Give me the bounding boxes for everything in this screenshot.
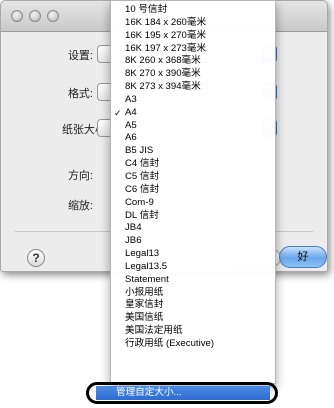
callout-highlight-ring [86, 382, 278, 404]
menu-item[interactable]: C5 信封 [111, 171, 275, 184]
zoom-window-button[interactable] [47, 10, 59, 22]
close-window-button[interactable] [11, 10, 23, 22]
orientation-label: 方向: [67, 170, 93, 182]
menu-item[interactable]: JB6 [111, 235, 275, 248]
menu-item[interactable]: 美国法定用纸 [111, 325, 275, 338]
minimize-window-button[interactable] [29, 10, 41, 22]
menu-item[interactable]: 10 号信封 [111, 4, 275, 17]
menu-item[interactable]: Legal13.5 [111, 261, 275, 274]
help-button[interactable]: ? [27, 249, 45, 267]
menu-item[interactable]: A5 [111, 120, 275, 133]
menu-item[interactable]: 小报用纸 [111, 287, 275, 300]
menu-item[interactable]: C6 信封 [111, 184, 275, 197]
checkmark-icon: ✓ [114, 107, 122, 118]
settings-label: 设置: [67, 50, 93, 62]
menu-item[interactable]: B5 JIS [111, 145, 275, 158]
menu-item[interactable]: 行政用纸 (Executive) [111, 338, 275, 351]
menu-item-label: A4 [125, 106, 137, 118]
menu-item[interactable]: 16K 195 x 270毫米 [111, 30, 275, 43]
scale-label: 缩放: [67, 200, 93, 212]
menu-item-checked[interactable]: ✓ A4 [111, 107, 275, 120]
menu-item[interactable]: C4 信封 [111, 158, 275, 171]
menu-item[interactable]: JB4 [111, 222, 275, 235]
menu-item[interactable]: 8K 270 x 390毫米 [111, 68, 275, 81]
menu-item[interactable]: 16K 197 x 273毫米 [111, 43, 275, 56]
menu-item[interactable]: A3 [111, 94, 275, 107]
menu-item[interactable]: 16K 184 x 260毫米 [111, 17, 275, 30]
menu-item[interactable]: DL 信封 [111, 210, 275, 223]
paper-size-label: 纸张大小: [61, 124, 109, 136]
menu-item[interactable]: 8K 273 x 394毫米 [111, 81, 275, 94]
menu-item[interactable]: Legal13 [111, 248, 275, 261]
menu-item[interactable]: 美国信纸 [111, 312, 275, 325]
paper-size-menu: 10 号信封 16K 184 x 260毫米 16K 195 x 270毫米 1… [110, 0, 276, 384]
menu-item[interactable]: A6 [111, 132, 275, 145]
menu-item[interactable]: Statement [111, 274, 275, 287]
menu-item[interactable]: Com-9 [111, 197, 275, 210]
ok-button[interactable]: 好 [279, 246, 327, 268]
format-label: 格式: [67, 88, 93, 100]
menu-item[interactable]: 皇家信封 [111, 299, 275, 312]
menu-item[interactable]: 8K 260 x 368毫米 [111, 55, 275, 68]
